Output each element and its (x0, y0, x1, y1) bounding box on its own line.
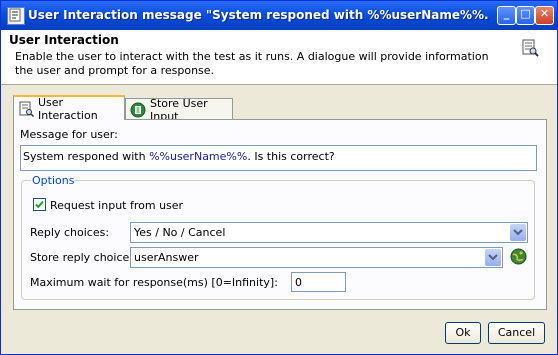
store-reply-select[interactable]: userAnswer (130, 247, 503, 268)
header-title: User Interaction (9, 33, 119, 47)
tab-store-user-input[interactable]: Store User Input (125, 97, 233, 123)
title-bar[interactable]: User Interaction message "System respone… (1, 1, 557, 30)
tab-label: User Interaction (38, 95, 98, 122)
request-input-checkbox[interactable] (33, 198, 46, 211)
document-search-icon (521, 39, 539, 57)
store-reply-label: Store reply choice: (30, 251, 133, 264)
request-input-label[interactable]: Request input from user (50, 199, 183, 212)
close-button[interactable]: ✕ (535, 6, 554, 25)
user-interaction-icon (18, 101, 35, 117)
max-wait-input[interactable]: 0 (291, 272, 346, 292)
ok-button[interactable]: Ok (445, 322, 481, 344)
message-label: Message for user: (20, 128, 118, 141)
message-input[interactable]: System responed with %%userName%%. Is th… (20, 145, 537, 171)
message-variable: %%userName%% (149, 150, 248, 163)
max-wait-label: Maximum wait for response(ms) [0=Infinit… (30, 276, 278, 289)
variable-globe-icon[interactable] (510, 248, 527, 265)
store-input-icon (130, 102, 146, 118)
minimize-button[interactable]: _ (497, 6, 516, 25)
message-text-prefix: System responed with (23, 150, 150, 163)
chevron-down-icon[interactable] (485, 249, 501, 266)
store-reply-value: userAnswer (134, 251, 199, 264)
dialog-header: User Interaction Enable the user to inte… (1, 30, 557, 85)
dialog-window: User Interaction message "System respone… (0, 0, 558, 355)
window-title: User Interaction message "System respone… (28, 8, 491, 22)
message-text-suffix: . Is this correct? (247, 150, 335, 163)
reply-choices-label: Reply choices: (30, 226, 110, 239)
chevron-down-icon[interactable] (510, 224, 526, 241)
header-description: Enable the user to interact with the tes… (15, 50, 489, 77)
options-legend: Options (31, 174, 76, 187)
reply-choices-value: Yes / No / Cancel (134, 226, 226, 239)
reply-choices-select[interactable]: Yes / No / Cancel (130, 222, 528, 243)
app-icon (7, 7, 25, 25)
maximize-button[interactable]: □ (516, 6, 535, 25)
tab-user-interaction[interactable]: User Interaction (13, 95, 125, 122)
cancel-button[interactable]: Cancel (488, 322, 545, 344)
